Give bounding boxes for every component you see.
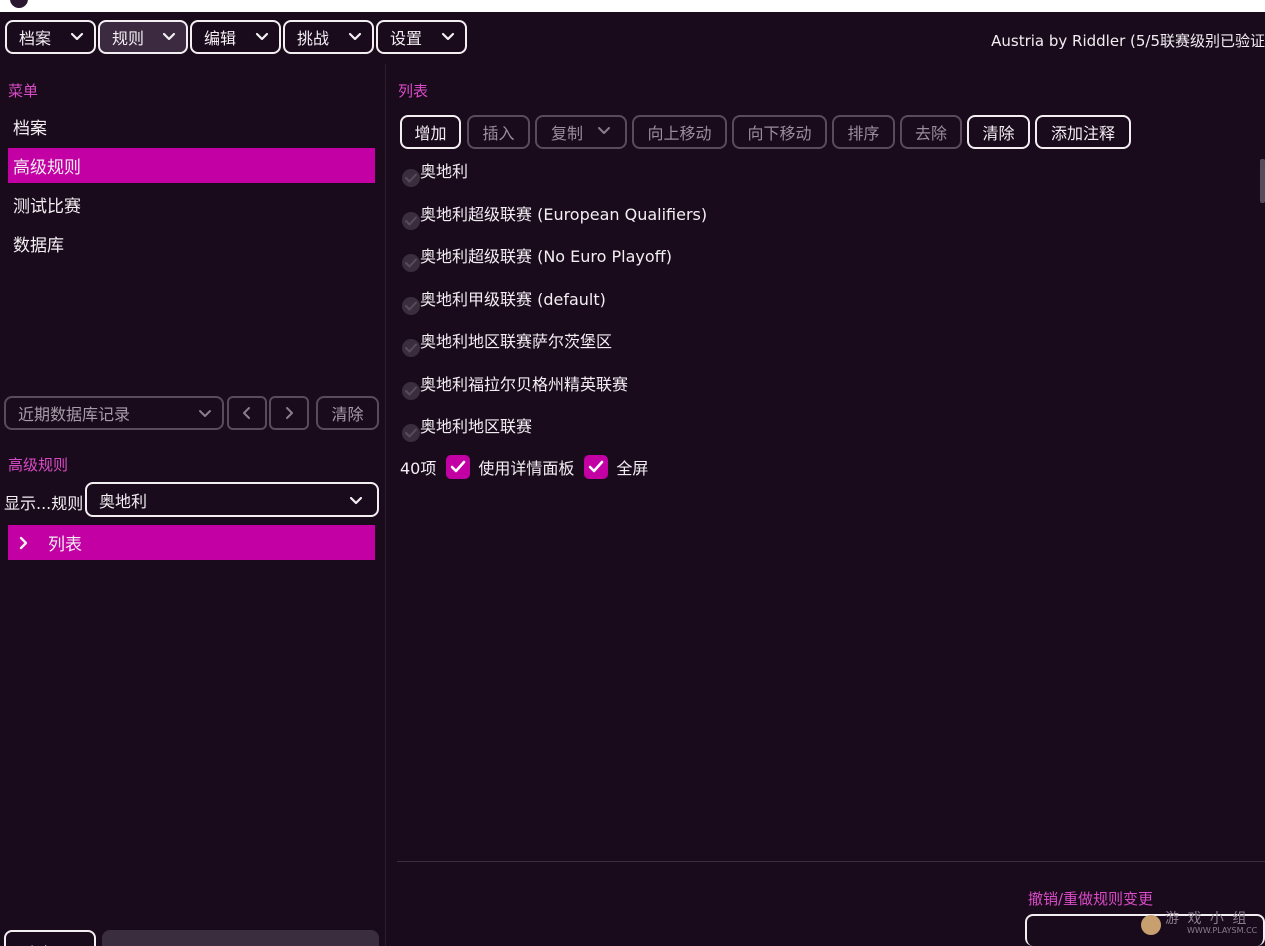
chevron-down-icon	[441, 30, 455, 48]
menu-challenge-label: 挑战	[297, 29, 330, 48]
panel-divider	[397, 861, 1265, 862]
list-item-label: 奥地利福拉尔贝格州精英联赛	[420, 374, 629, 394]
project-title: Austria by Riddler (5/5联赛级别已验证	[991, 32, 1265, 50]
list-item[interactable]: 奥地利超级联赛 (European Qualifiers)	[400, 199, 1240, 242]
menu-file-label: 档案	[19, 29, 52, 48]
list-item-label: 奥地利超级联赛 (No Euro Playoff)	[420, 247, 672, 266]
app-logo-icon	[10, 0, 28, 8]
sidebar-item-label: 高级规则	[13, 158, 81, 178]
check-circle-icon	[402, 296, 420, 315]
menu-settings-label: 设置	[390, 29, 423, 48]
add-note-button[interactable]: 添加注释	[1035, 115, 1131, 149]
list-item-label: 奥地利地区联赛	[420, 417, 533, 436]
detail-panel-checkbox[interactable]	[446, 455, 471, 479]
list-footer: 40项 使用详情面板 全屏	[400, 454, 648, 480]
copy-label: 复制	[550, 124, 583, 143]
list-item[interactable]: 奥地利地区联赛	[400, 411, 1240, 454]
rule-select[interactable]: 奥地利	[85, 482, 379, 517]
menu-settings-button[interactable]: 设置	[376, 20, 467, 54]
sidebar-item-label: 档案	[13, 119, 47, 139]
list-item[interactable]: 奥地利	[400, 156, 1240, 199]
chevron-left-icon	[243, 407, 250, 419]
undo-redo-label: 撤销/重做规则变更	[1028, 890, 1154, 908]
check-circle-icon	[402, 254, 420, 272]
menu-edit-button[interactable]: 编辑	[190, 20, 281, 54]
chevron-right-icon	[286, 407, 293, 419]
filter-label: 过滤	[20, 940, 52, 946]
menu-challenge-button[interactable]: 挑战	[283, 20, 374, 54]
sidebar-item-file[interactable]: 档案	[8, 109, 375, 144]
list-item[interactable]: 奥地利福拉尔贝格州精英联赛	[400, 369, 1240, 412]
main-panel: 列表 增加 插入 复制 向上移动 向下移动 排序 去除 清除 添加注释 奥地利 …	[387, 64, 1265, 946]
check-circle-icon	[402, 339, 420, 357]
menubar: 档案 规则 编辑 挑战 设置 Austria by Riddler (5/5联赛…	[0, 12, 1265, 64]
filter-button[interactable]: 过滤	[4, 930, 96, 946]
title-strip	[0, 0, 1265, 12]
list-item[interactable]: 奥地利甲级联赛 (default)	[400, 284, 1240, 327]
detail-panel-label: 使用详情面板	[478, 459, 575, 478]
chevron-down-icon	[597, 123, 611, 142]
add-button[interactable]: 增加	[400, 115, 461, 149]
app-window: 档案 规则 编辑 挑战 设置 Austria by Riddler (5/5联赛…	[0, 0, 1265, 946]
menu-section-label: 菜单	[8, 82, 39, 100]
menu-edit-label: 编辑	[204, 29, 237, 48]
check-circle-icon	[402, 381, 420, 400]
recent-clear-button[interactable]: 清除	[316, 396, 379, 430]
chevron-right-icon	[19, 536, 28, 549]
menu-file-button[interactable]: 档案	[5, 20, 96, 54]
move-down-button[interactable]: 向下移动	[732, 115, 827, 149]
clear-button[interactable]: 清除	[967, 115, 1030, 149]
sidebar-item-test-match[interactable]: 测试比赛	[8, 187, 375, 222]
rule-select-value: 奥地利	[99, 491, 148, 511]
show-rule-label: 显示...规则	[4, 494, 84, 513]
checkmark-icon	[451, 460, 466, 473]
chevron-down-icon	[198, 406, 212, 425]
recent-records-select[interactable]: 近期数据库记录	[4, 396, 224, 430]
chevron-down-icon	[162, 30, 176, 48]
check-circle-icon	[402, 211, 420, 230]
chevron-down-icon	[255, 30, 269, 48]
fullscreen-checkbox[interactable]	[584, 455, 609, 479]
list-item-label: 奥地利地区联赛萨尔茨堡区	[420, 332, 613, 351]
left-panel: 菜单 档案 高级规则 测试比赛 数据库 近期数据库记录 清除 高级规则 显示..…	[0, 64, 386, 946]
list-item-label: 奥地利超级联赛 (European Qualifiers)	[420, 204, 708, 224]
sidebar-item-label: 数据库	[13, 236, 64, 256]
filter-input[interactable]	[102, 930, 379, 946]
check-circle-icon	[402, 424, 420, 442]
move-up-button[interactable]: 向上移动	[632, 115, 727, 149]
copy-button[interactable]: 复制	[535, 115, 627, 149]
tree-item-label: 列表	[48, 535, 82, 555]
watermark-url: WWW.PLAYSM.CC	[1187, 926, 1258, 935]
tree-item-list[interactable]: 列表	[8, 525, 375, 560]
list-item[interactable]: 奥地利地区联赛萨尔茨堡区	[400, 326, 1240, 369]
chevron-down-icon	[348, 30, 362, 48]
watermark-text: 游 戏 小 组	[1165, 911, 1249, 927]
sort-button[interactable]: 排序	[832, 115, 895, 149]
insert-button[interactable]: 插入	[467, 115, 530, 149]
recent-prev-button[interactable]	[227, 396, 267, 430]
list-scrollbar[interactable]	[1260, 159, 1265, 203]
advanced-rules-section-label: 高级规则	[8, 456, 69, 474]
menu-rules-button[interactable]: 规则	[98, 20, 188, 54]
chevron-down-icon	[70, 30, 84, 48]
list-item[interactable]: 奥地利超级联赛 (No Euro Playoff)	[400, 241, 1240, 284]
list-item-label: 奥地利甲级联赛 (default)	[420, 289, 606, 309]
list-section-label: 列表	[398, 82, 429, 100]
chevron-down-icon	[349, 493, 363, 512]
list-item-label: 奥地利	[420, 162, 469, 181]
fullscreen-label: 全屏	[616, 459, 649, 478]
recent-records-placeholder: 近期数据库记录	[18, 405, 131, 424]
menu-rules-label: 规则	[112, 29, 145, 48]
recent-next-button[interactable]	[269, 396, 309, 430]
sidebar-item-database[interactable]: 数据库	[8, 226, 375, 261]
sidebar-item-advanced-rules[interactable]: 高级规则	[8, 148, 375, 183]
remove-button[interactable]: 去除	[900, 115, 962, 149]
sidebar-item-label: 测试比赛	[13, 197, 81, 217]
checkmark-icon	[589, 460, 604, 473]
check-circle-icon	[402, 169, 420, 187]
item-count: 40项	[400, 459, 437, 478]
rule-list: 奥地利 奥地利超级联赛 (European Qualifiers) 奥地利超级联…	[400, 156, 1240, 454]
watermark-logo-icon	[1141, 915, 1161, 935]
